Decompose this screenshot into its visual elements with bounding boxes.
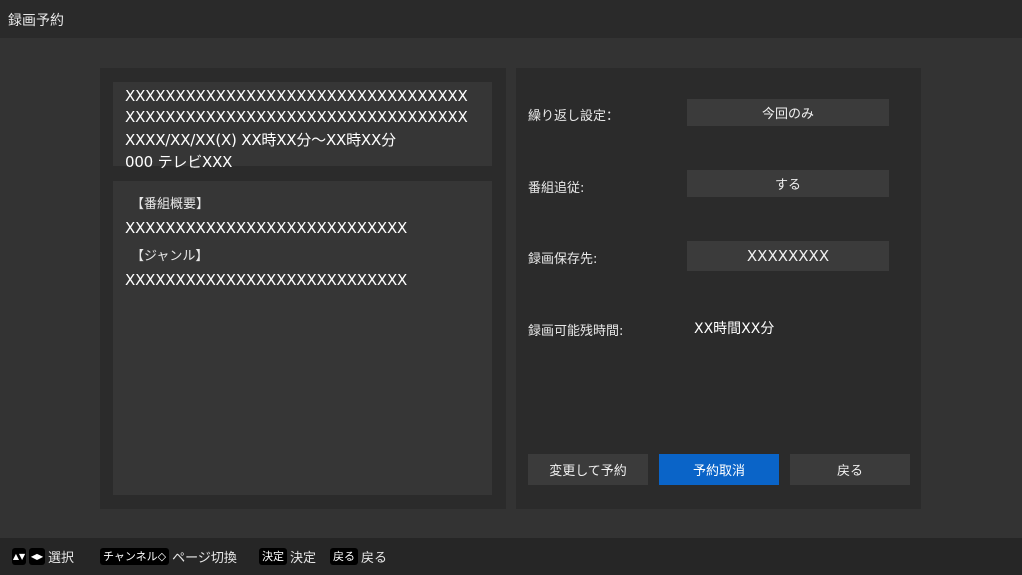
program-follow-label: 番組追従: <box>528 181 585 196</box>
back-button[interactable]: 戻る <box>790 454 910 485</box>
remaining-time-value: XX時間XX分 <box>694 321 775 337</box>
up-down-key-icon: ▲▼ <box>12 547 26 565</box>
genre-label: 【ジャンル】 <box>131 249 209 264</box>
back-hint-label: 戻る <box>361 550 388 566</box>
save-destination-label: 録画保存先: <box>528 252 598 267</box>
select-hint-label: 選択 <box>48 550 75 566</box>
program-title-line1: XXXXXXXXXXXXXXXXXXXXXXXXXXXXXXXXXX <box>125 87 468 105</box>
program-title-line2: XXXXXXXXXXXXXXXXXXXXXXXXXXXXXXXXXX <box>125 108 468 126</box>
summary-value: XXXXXXXXXXXXXXXXXXXXXXXXXXXX <box>125 219 408 237</box>
select-hint: ▲▼ ◀▶ 選択 <box>12 547 75 566</box>
page-switch-hint-label: ページ切換 <box>172 550 237 566</box>
back-key-icon: 戻る <box>330 547 358 565</box>
save-destination-button[interactable]: XXXXXXXX <box>687 241 889 271</box>
recording-settings-panel: 繰り返し設定： 今回のみ 番組追従: する 録画保存先: XXXXXXXX 録画… <box>516 68 921 509</box>
key-guide-bar: ▲▼ ◀▶ 選択 チャンネル◇ ページ切換 決定 決定 戻る 戻る <box>0 538 1022 575</box>
repeat-setting-button[interactable]: 今回のみ <box>687 99 889 126</box>
program-datetime: XXXX/XX/XX(X) XX時XX分～XX時XX分 <box>125 131 396 149</box>
page-switch-hint: チャンネル◇ ページ切換 <box>100 547 237 566</box>
back-hint: 戻る 戻る <box>330 547 388 566</box>
ok-key-icon: 決定 <box>259 547 287 565</box>
genre-value: XXXXXXXXXXXXXXXXXXXXXXXXXXXX <box>125 271 408 289</box>
remaining-time-label: 録画可能残時間: <box>528 324 624 339</box>
program-follow-button[interactable]: する <box>687 170 889 197</box>
program-description-box: 【番組概要】 XXXXXXXXXXXXXXXXXXXXXXXXXXXX 【ジャン… <box>113 181 492 495</box>
page-title: 録画予約 <box>8 13 64 29</box>
cancel-reservation-button[interactable]: 予約取消 <box>659 454 779 485</box>
repeat-setting-label: 繰り返し設定： <box>528 109 620 124</box>
channel-key-icon: チャンネル◇ <box>100 547 170 565</box>
program-channel: 000 テレビXXX <box>125 153 233 171</box>
ok-hint-label: 決定 <box>290 550 317 566</box>
summary-label: 【番組概要】 <box>131 197 210 212</box>
program-info-panel: XXXXXXXXXXXXXXXXXXXXXXXXXXXXXXXXXX XXXXX… <box>100 68 506 509</box>
change-reservation-button[interactable]: 変更して予約 <box>528 454 648 485</box>
program-info-box: XXXXXXXXXXXXXXXXXXXXXXXXXXXXXXXXXX XXXXX… <box>113 82 492 171</box>
left-right-key-icon: ◀▶ <box>29 547 45 565</box>
title-bar: 録画予約 <box>0 0 1022 38</box>
ok-hint: 決定 決定 <box>259 547 317 566</box>
